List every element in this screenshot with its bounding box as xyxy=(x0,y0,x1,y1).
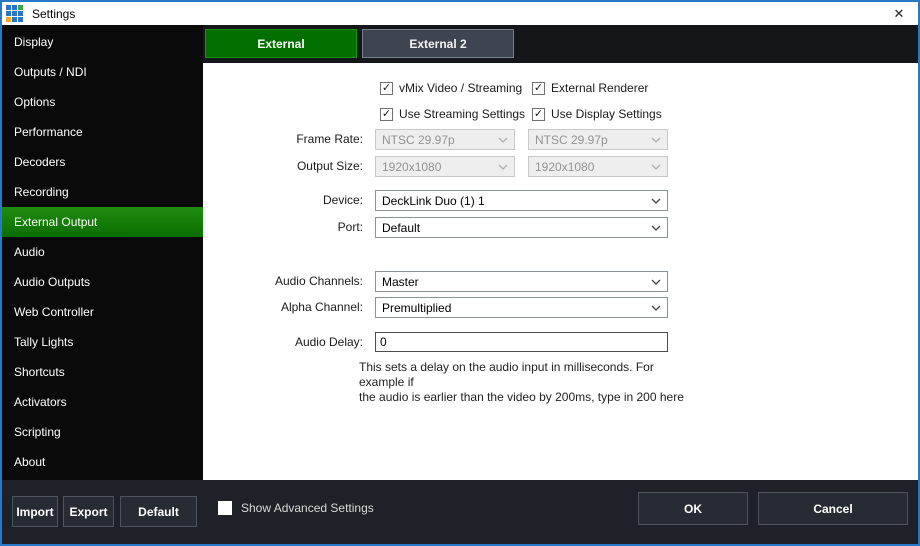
default-button[interactable]: Default xyxy=(120,496,197,527)
help-line-1: This sets a delay on the audio input in … xyxy=(359,360,699,390)
chevron-down-icon xyxy=(498,164,508,170)
cancel-button[interactable]: Cancel xyxy=(758,492,908,525)
output-size-value-1: 1920x1080 xyxy=(382,160,441,174)
sidebar-item-external-output[interactable]: External Output xyxy=(2,207,203,237)
show-advanced-settings-checkbox[interactable] xyxy=(218,501,232,515)
sidebar-item-performance[interactable]: Performance xyxy=(2,117,203,147)
external-output-panel: ✓ vMix Video / Streaming ✓ External Rend… xyxy=(203,63,918,480)
audio-channels-select[interactable]: Master xyxy=(375,271,668,292)
checkbox-checked-icon[interactable]: ✓ xyxy=(380,82,393,95)
settings-sidebar: Display Outputs / NDI Options Performanc… xyxy=(2,25,203,480)
sidebar-item-scripting[interactable]: Scripting xyxy=(2,417,203,447)
checkbox-label: vMix Video / Streaming xyxy=(399,81,522,95)
chevron-down-icon xyxy=(651,305,661,311)
output-size-label: Output Size: xyxy=(203,156,363,177)
checkbox-label: Use Streaming Settings xyxy=(399,107,525,121)
vmix-logo-icon xyxy=(6,5,24,23)
frame-rate-value-1: NTSC 29.97p xyxy=(382,133,455,147)
audio-channels-label: Audio Channels: xyxy=(203,271,363,292)
chevron-down-icon xyxy=(651,279,661,285)
frame-rate-label: Frame Rate: xyxy=(203,129,363,150)
output-size-select-1: 1920x1080 xyxy=(375,156,515,177)
checkbox-use-streaming-settings[interactable]: ✓ Use Streaming Settings xyxy=(380,106,525,122)
title-bar: Settings ✕ xyxy=(2,2,918,25)
export-button[interactable]: Export xyxy=(63,496,114,527)
chevron-down-icon xyxy=(498,137,508,143)
help-line-2: the audio is earlier than the video by 2… xyxy=(359,390,699,405)
footer-bar: Import Export Default Show Advanced Sett… xyxy=(2,480,918,544)
alpha-channel-label: Alpha Channel: xyxy=(203,297,363,318)
import-button[interactable]: Import xyxy=(12,496,58,527)
audio-delay-label: Audio Delay: xyxy=(203,332,363,352)
checkbox-checked-icon[interactable]: ✓ xyxy=(532,108,545,121)
tab-external-2[interactable]: External 2 xyxy=(362,29,514,58)
close-icon[interactable]: ✕ xyxy=(888,4,910,23)
sidebar-item-tally-lights[interactable]: Tally Lights xyxy=(2,327,203,357)
frame-rate-value-2: NTSC 29.97p xyxy=(535,133,608,147)
settings-window: Settings ✕ Display Outputs / NDI Options… xyxy=(0,0,920,546)
checkbox-checked-icon[interactable]: ✓ xyxy=(532,82,545,95)
checkbox-label: Use Display Settings xyxy=(551,107,662,121)
sidebar-item-recording[interactable]: Recording xyxy=(2,177,203,207)
checkbox-label: External Renderer xyxy=(551,81,648,95)
output-size-value-2: 1920x1080 xyxy=(535,160,594,174)
external-output-tabbar: External External 2 xyxy=(203,25,918,63)
checkbox-external-renderer[interactable]: ✓ External Renderer xyxy=(532,80,648,96)
chevron-down-icon xyxy=(651,164,661,170)
sidebar-item-web-controller[interactable]: Web Controller xyxy=(2,297,203,327)
window-title: Settings xyxy=(32,7,75,21)
sidebar-item-shortcuts[interactable]: Shortcuts xyxy=(2,357,203,387)
output-size-select-2: 1920x1080 xyxy=(528,156,668,177)
checkbox-vmix-video-streaming[interactable]: ✓ vMix Video / Streaming xyxy=(380,80,522,96)
sidebar-item-outputs-ndi[interactable]: Outputs / NDI xyxy=(2,57,203,87)
show-advanced-settings-label: Show Advanced Settings xyxy=(241,501,374,515)
audio-channels-value: Master xyxy=(382,275,419,289)
port-label: Port: xyxy=(203,217,363,238)
audio-delay-help-text: This sets a delay on the audio input in … xyxy=(359,360,699,405)
device-label: Device: xyxy=(203,190,363,211)
checkbox-checked-icon[interactable]: ✓ xyxy=(380,108,393,121)
ok-button[interactable]: OK xyxy=(638,492,748,525)
sidebar-item-activators[interactable]: Activators xyxy=(2,387,203,417)
chevron-down-icon xyxy=(651,198,661,204)
frame-rate-select-1: NTSC 29.97p xyxy=(375,129,515,150)
sidebar-item-about[interactable]: About xyxy=(2,447,203,477)
sidebar-item-display[interactable]: Display xyxy=(2,27,203,57)
tab-external[interactable]: External xyxy=(205,29,357,58)
checkbox-use-display-settings[interactable]: ✓ Use Display Settings xyxy=(532,106,662,122)
sidebar-item-audio[interactable]: Audio xyxy=(2,237,203,267)
audio-delay-input[interactable] xyxy=(375,332,668,352)
port-select[interactable]: Default xyxy=(375,217,668,238)
sidebar-item-options[interactable]: Options xyxy=(2,87,203,117)
frame-rate-select-2: NTSC 29.97p xyxy=(528,129,668,150)
device-select[interactable]: DeckLink Duo (1) 1 xyxy=(375,190,668,211)
chevron-down-icon xyxy=(651,137,661,143)
sidebar-item-audio-outputs[interactable]: Audio Outputs xyxy=(2,267,203,297)
sidebar-item-decoders[interactable]: Decoders xyxy=(2,147,203,177)
alpha-channel-value: Premultiplied xyxy=(382,301,451,315)
device-value: DeckLink Duo (1) 1 xyxy=(382,194,485,208)
alpha-channel-select[interactable]: Premultiplied xyxy=(375,297,668,318)
chevron-down-icon xyxy=(651,225,661,231)
port-value: Default xyxy=(382,221,420,235)
